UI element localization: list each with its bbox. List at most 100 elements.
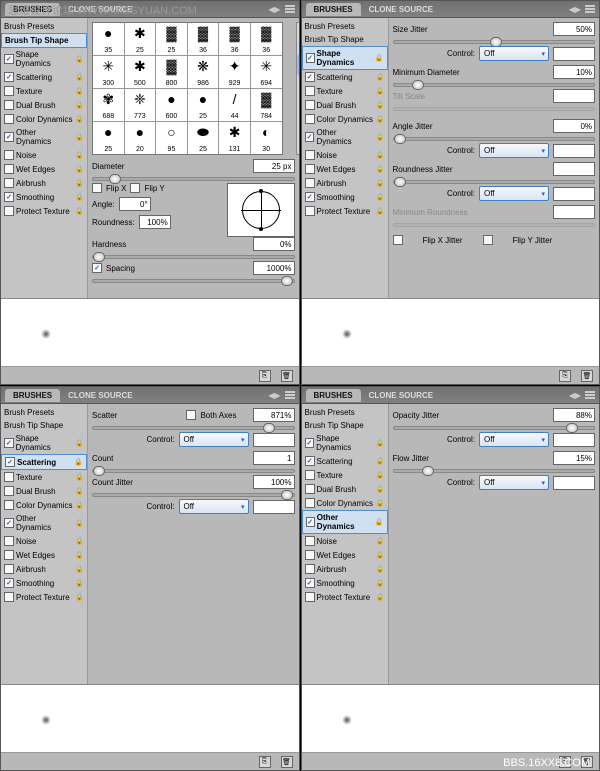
opacity-jitter-slider[interactable] [393,426,596,430]
sidebar-dual-brush[interactable]: Dual Brush🔒 [1,484,87,498]
tab-brushes[interactable]: BRUSHES [306,389,361,402]
sidebar-noise[interactable]: Noise🔒 [302,148,388,162]
brush-cell[interactable]: ✾688 [93,89,124,121]
sidebar-shape-dynamics[interactable]: ✓Shape Dynamics🔒 [1,48,87,70]
both-axes-checkbox[interactable] [186,410,196,420]
roundness-value[interactable]: 100% [139,215,171,229]
hardness-value[interactable]: 0% [253,237,295,251]
angle-jitter-slider[interactable] [393,137,596,141]
roundness-jitter-slider[interactable] [393,180,596,184]
sidebar-other-dynamics[interactable]: ✓Other Dynamics🔒 [1,512,87,534]
brush-cell[interactable]: ●20 [125,122,156,154]
spacing-slider[interactable] [92,279,295,283]
flow-jitter-slider[interactable] [393,469,596,473]
sidebar-protect-texture[interactable]: Protect Texture🔒 [1,204,87,218]
brush-cell[interactable]: ○95 [156,122,187,154]
flipy-checkbox[interactable] [130,183,140,193]
tab-clone-source[interactable]: CLONE SOURCE [60,389,140,402]
angle-control-dropdown[interactable]: Off [479,143,549,158]
sidebar-scattering[interactable]: ✓Scattering🔒 [1,70,87,84]
sidebar-other-dynamics[interactable]: ✓Other Dynamics🔒 [1,126,87,148]
sidebar-airbrush[interactable]: Airbrush🔒 [1,176,87,190]
brushgrid-scrollbar[interactable] [296,22,299,155]
sidebar-texture[interactable]: Texture🔒 [1,470,87,484]
sidebar-other-dynamics[interactable]: ✓Other Dynamics🔒 [302,510,388,534]
count-jitter-control-dropdown[interactable]: Off [179,499,249,514]
sidebar-brush-tip-shape[interactable]: Brush Tip Shape [1,33,87,48]
sidebar-color-dynamics[interactable]: Color Dynamics🔒 [302,112,388,126]
sidebar-smoothing[interactable]: ✓Smoothing🔒 [1,190,87,204]
sidebar-brush-presets[interactable]: Brush Presets [1,20,87,33]
collapse-icon[interactable]: ◀▶ [569,5,581,14]
sidebar-protect-texture[interactable]: Protect Texture🔒 [302,590,388,604]
sidebar-noise[interactable]: Noise🔒 [1,534,87,548]
brush-cell[interactable]: ▓36 [188,23,219,55]
sidebar-shape-dynamics[interactable]: ✓Shape Dynamics🔒 [302,432,388,454]
roundness-control-dropdown[interactable]: Off [479,186,549,201]
sidebar-protect-texture[interactable]: Protect Texture🔒 [302,204,388,218]
panel-menu-icon[interactable] [585,5,595,13]
sidebar-smoothing[interactable]: ✓Smoothing🔒 [302,190,388,204]
opacity-control-dropdown[interactable]: Off [479,432,549,447]
sidebar-brush-tip-shape[interactable]: Brush Tip Shape [302,419,388,432]
count-value[interactable]: 1 [253,451,295,465]
scatter-control-dropdown[interactable]: Off [179,432,249,447]
brush-cell[interactable]: ❈773 [125,89,156,121]
new-preset-icon[interactable]: ⎘ [559,370,571,382]
brush-angle-preview[interactable] [227,183,295,237]
sidebar-shape-dynamics[interactable]: ✓Shape Dynamics🔒 [302,46,388,70]
tab-clone-source[interactable]: CLONE SOURCE [361,389,441,402]
sidebar-dual-brush[interactable]: Dual Brush🔒 [302,482,388,496]
panel-menu-icon[interactable] [285,5,295,13]
size-jitter-slider[interactable] [393,40,596,44]
sidebar-color-dynamics[interactable]: Color Dynamics🔒 [302,496,388,510]
sidebar-airbrush[interactable]: Airbrush🔒 [1,562,87,576]
sidebar-shape-dynamics[interactable]: ✓Shape Dynamics🔒 [1,432,87,454]
sidebar-texture[interactable]: Texture🔒 [302,84,388,98]
min-diameter-slider[interactable] [393,83,596,87]
diameter-slider[interactable] [92,177,295,181]
sidebar-noise[interactable]: Noise🔒 [302,534,388,548]
sidebar-wet-edges[interactable]: Wet Edges🔒 [1,162,87,176]
new-preset-icon[interactable]: ⎘ [259,756,271,768]
brush-cell[interactable]: ◐30 [251,122,282,154]
sidebar-color-dynamics[interactable]: Color Dynamics🔒 [1,498,87,512]
brush-cell[interactable]: ❋986 [188,56,219,88]
sidebar-scattering[interactable]: ✓Scattering🔒 [302,454,388,468]
delete-preset-icon[interactable]: 🗑 [581,370,593,382]
brush-preset-grid[interactable]: ●35✱25▓25▓36▓36▓36✳300✱500▓800❋986✦929✳6… [92,22,283,155]
size-jitter-value[interactable]: 50% [553,22,595,36]
delete-preset-icon[interactable]: 🗑 [281,756,293,768]
opacity-jitter-value[interactable]: 88% [553,408,595,422]
brush-cell[interactable]: ✱131 [219,122,250,154]
flipx-checkbox[interactable] [92,183,102,193]
brush-cell[interactable]: ●25 [93,122,124,154]
brush-cell[interactable]: ▓784 [251,89,282,121]
panel-menu-icon[interactable] [585,391,595,399]
sidebar-wet-edges[interactable]: Wet Edges🔒 [1,548,87,562]
sidebar-wet-edges[interactable]: Wet Edges🔒 [302,548,388,562]
sidebar-brush-presets[interactable]: Brush Presets [1,406,87,419]
scatter-slider[interactable] [92,426,295,430]
sidebar-dual-brush[interactable]: Dual Brush🔒 [302,98,388,112]
spacing-value[interactable]: 1000% [253,261,295,275]
brush-cell[interactable]: ✳694 [251,56,282,88]
brush-cell[interactable]: ✱500 [125,56,156,88]
sidebar-other-dynamics[interactable]: ✓Other Dynamics🔒 [302,126,388,148]
sidebar-color-dynamics[interactable]: Color Dynamics🔒 [1,112,87,126]
count-jitter-slider[interactable] [92,493,295,497]
brush-cell[interactable]: ✳300 [93,56,124,88]
size-control-dropdown[interactable]: Off [479,46,549,61]
sidebar-scattering[interactable]: ✓Scattering🔒 [302,70,388,84]
new-preset-icon[interactable]: ⎘ [259,370,271,382]
flipx-jitter-checkbox[interactable] [393,235,403,245]
tab-brushes[interactable]: BRUSHES [306,3,361,16]
sidebar-texture[interactable]: Texture🔒 [302,468,388,482]
sidebar-protect-texture[interactable]: Protect Texture🔒 [1,590,87,604]
sidebar-texture[interactable]: Texture🔒 [1,84,87,98]
brush-cell[interactable]: ●25 [188,89,219,121]
brush-cell[interactable]: /44 [219,89,250,121]
collapse-icon[interactable]: ◀▶ [268,5,280,14]
sidebar-noise[interactable]: Noise🔒 [1,148,87,162]
brush-cell[interactable]: ✱25 [125,23,156,55]
